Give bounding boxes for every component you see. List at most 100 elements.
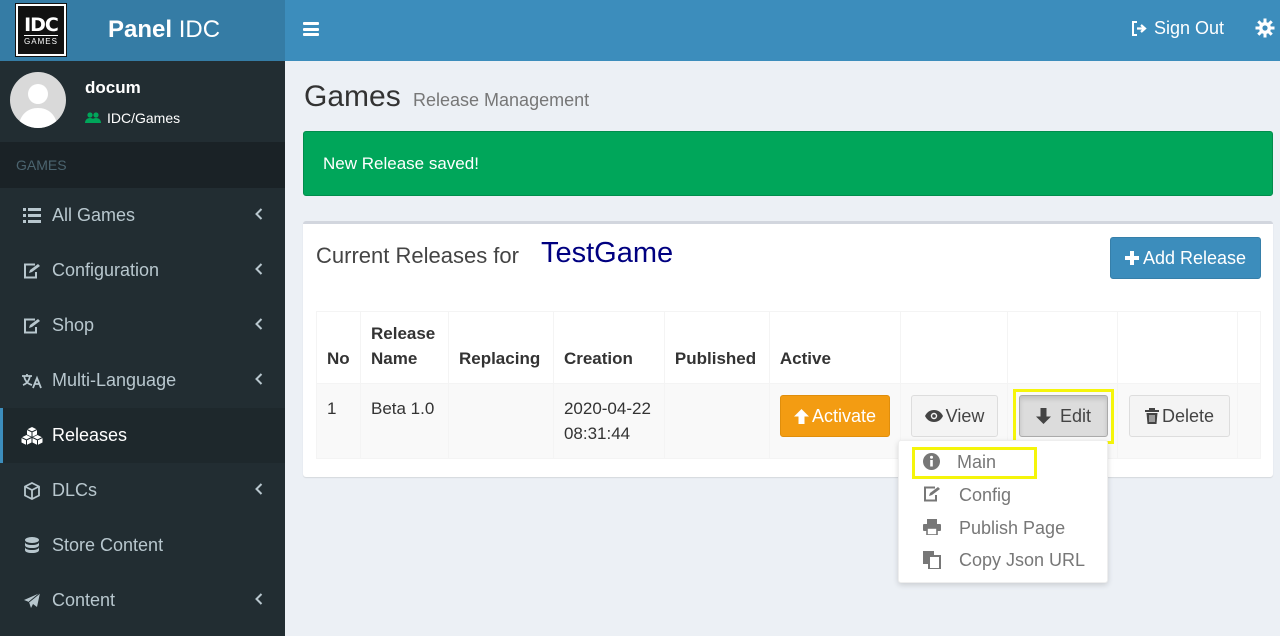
chevron-left-icon bbox=[255, 263, 263, 275]
top-navbar: Sign Out bbox=[285, 0, 1280, 61]
sidebar-item-label: Configuration bbox=[52, 260, 160, 280]
sidebar-item-label: DLCs bbox=[52, 480, 98, 500]
menu-item-copy-json-url[interactable]: Copy Json URL bbox=[899, 545, 1109, 575]
delete-button[interactable]: Delete bbox=[1129, 395, 1230, 437]
eye-icon bbox=[924, 410, 943, 422]
sidebar-item-label: All Games bbox=[52, 205, 136, 225]
cell-extra bbox=[1236, 383, 1262, 459]
column-header-no: No bbox=[316, 311, 361, 384]
app-title: Panel IDC bbox=[108, 16, 220, 44]
chevron-left-icon bbox=[255, 593, 263, 605]
list-icon bbox=[21, 206, 43, 226]
page-subtitle: Release Management bbox=[413, 90, 590, 110]
releases-box: Current Releases for TestGame Add Releas… bbox=[303, 221, 1273, 477]
trash-icon bbox=[1144, 408, 1159, 424]
user-panel: docum IDC/Games bbox=[0, 61, 285, 142]
column-header-edit bbox=[1007, 311, 1119, 384]
sidebar-item-dlcs[interactable]: DLCs bbox=[0, 463, 285, 518]
page-title: Games bbox=[304, 80, 401, 113]
edit-icon bbox=[924, 486, 940, 502]
sidebar-item-label: Store Content bbox=[52, 535, 164, 555]
edit-highlight-box bbox=[1013, 389, 1114, 444]
column-header-replacing: Replacing bbox=[447, 311, 554, 384]
sidebar-item-label: Multi-Language bbox=[52, 370, 177, 390]
edit-icon bbox=[21, 316, 43, 336]
gear-icon[interactable] bbox=[1255, 18, 1275, 43]
user-name: docum bbox=[85, 78, 141, 97]
cell-release-name: Beta 1.0 bbox=[359, 383, 449, 459]
sidebar-item-all-games[interactable]: All Games bbox=[0, 188, 285, 243]
alert-message: New Release saved! bbox=[323, 154, 479, 173]
table-header-row: No Release Name Replacing Creation Publi… bbox=[316, 311, 1262, 384]
menu-item-publish-page[interactable]: Publish Page bbox=[899, 513, 1109, 543]
activate-button[interactable]: Activate bbox=[780, 395, 890, 437]
app-title-bold: Panel bbox=[108, 16, 173, 43]
sidebar-item-content[interactable]: Content bbox=[0, 573, 285, 628]
sidebar-item-multi-language[interactable]: Multi-Language bbox=[0, 353, 285, 408]
sidebar-item-releases[interactable]: Releases bbox=[0, 408, 285, 463]
app-title-rest: IDC bbox=[172, 16, 221, 43]
activate-label: Activate bbox=[811, 405, 877, 426]
cell-replacing bbox=[447, 383, 554, 459]
menu-item-publish-label: Publish Page bbox=[959, 518, 1066, 538]
add-release-label: Add Release bbox=[1142, 247, 1247, 268]
view-button[interactable]: View bbox=[911, 395, 998, 437]
database-icon bbox=[21, 536, 43, 556]
column-header-release-name: Release Name bbox=[359, 311, 449, 384]
language-icon bbox=[21, 371, 43, 391]
logo-badge-big: IDC bbox=[24, 13, 59, 36]
menu-item-copy-label: Copy Json URL bbox=[959, 550, 1086, 570]
sidebar: docum IDC/Games GAMES All Games Configur… bbox=[0, 61, 285, 636]
delete-label: Delete bbox=[1161, 405, 1215, 426]
column-header-creation: Creation bbox=[552, 311, 665, 384]
game-name: TestGame bbox=[541, 237, 674, 269]
column-header-active: Active bbox=[768, 311, 901, 384]
avatar bbox=[10, 72, 66, 128]
sidebar-item-shop[interactable]: Shop bbox=[0, 298, 285, 353]
cube-icon bbox=[21, 481, 43, 501]
sidebar-item-label: Content bbox=[52, 590, 116, 610]
sidebar-menu: All Games Configuration Shop Multi-Langu… bbox=[0, 188, 285, 628]
column-header-view bbox=[899, 311, 1009, 384]
column-header-delete bbox=[1117, 311, 1238, 384]
copy-icon bbox=[923, 551, 941, 569]
chevron-left-icon bbox=[255, 318, 263, 330]
idc-games-logo: IDC GAMES bbox=[15, 3, 67, 57]
creation-date: 2020-04-22 bbox=[563, 399, 651, 418]
hamburger-menu-icon[interactable] bbox=[303, 22, 319, 36]
box-title: Current Releases for bbox=[316, 243, 519, 268]
sidebar-section-header: GAMES bbox=[0, 142, 285, 188]
view-label: View bbox=[945, 405, 985, 426]
logo-badge-small: GAMES bbox=[24, 34, 58, 46]
edit-icon bbox=[21, 261, 43, 281]
cubes-icon bbox=[21, 426, 43, 446]
success-alert: New Release saved! bbox=[303, 131, 1273, 196]
user-group: IDC/Games bbox=[85, 110, 180, 126]
column-header-extra bbox=[1236, 311, 1262, 384]
chevron-left-icon bbox=[255, 208, 263, 220]
sign-out-button[interactable]: Sign Out bbox=[1131, 18, 1224, 39]
menu-item-config-label: Config bbox=[959, 485, 1012, 505]
column-header-published: Published bbox=[663, 311, 770, 384]
plus-icon bbox=[1124, 251, 1139, 265]
paper-plane-icon bbox=[21, 591, 43, 611]
sidebar-item-label: Releases bbox=[52, 425, 128, 445]
main-highlight-box bbox=[912, 447, 1037, 479]
menu-item-config[interactable]: Config bbox=[899, 480, 1109, 510]
sidebar-item-configuration[interactable]: Configuration bbox=[0, 243, 285, 298]
users-icon bbox=[85, 112, 101, 123]
chevron-left-icon bbox=[255, 483, 263, 495]
creation-time: 08:31:44 bbox=[563, 424, 631, 443]
cell-creation: 2020-04-22 08:31:44 bbox=[552, 383, 665, 459]
user-group-label: IDC/Games bbox=[107, 110, 181, 126]
chevron-left-icon bbox=[255, 373, 263, 385]
cell-published bbox=[663, 383, 770, 459]
sidebar-item-store-content[interactable]: Store Content bbox=[0, 518, 285, 573]
sign-out-label: Sign Out bbox=[1154, 18, 1225, 38]
logo-area[interactable]: IDC GAMES Panel IDC bbox=[0, 0, 285, 61]
cell-no: 1 bbox=[316, 383, 361, 459]
sign-out-icon bbox=[1132, 21, 1147, 36]
add-release-button[interactable]: Add Release bbox=[1110, 237, 1261, 279]
arrow-up-icon bbox=[793, 408, 809, 424]
sidebar-item-label: Shop bbox=[52, 315, 95, 335]
